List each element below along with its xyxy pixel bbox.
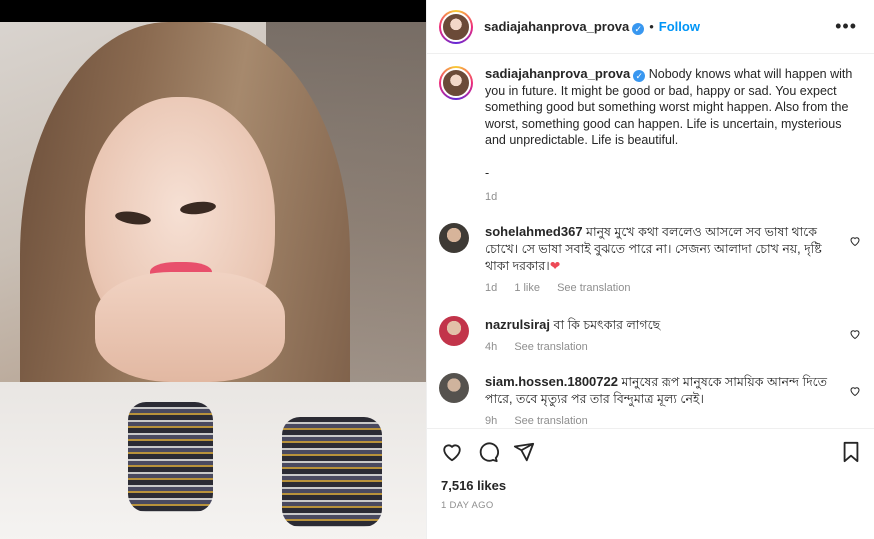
red-heart-emoji: ❤ xyxy=(549,259,561,273)
verified-badge-icon: ✓ xyxy=(632,23,645,35)
commenter-avatar[interactable] xyxy=(439,373,469,403)
action-bar xyxy=(427,428,874,478)
separator: • xyxy=(649,19,654,34)
post-date: 1 DAY AGO xyxy=(441,500,494,511)
commenter-avatar[interactable] xyxy=(439,316,469,346)
caption-avatar[interactable] xyxy=(439,66,473,100)
see-translation-link[interactable]: See translation xyxy=(557,282,630,294)
author-username[interactable]: sadiajahanprova_prova xyxy=(484,19,629,34)
top-black-bar xyxy=(0,0,426,22)
see-translation-link[interactable]: See translation xyxy=(514,415,587,427)
post-image[interactable] xyxy=(0,22,426,539)
caption-username[interactable]: sadiajahanprova_prova xyxy=(485,66,630,81)
bookmark-icon[interactable] xyxy=(841,441,861,463)
comment-time[interactable]: 1d xyxy=(485,282,497,294)
more-icon[interactable]: ••• xyxy=(835,16,857,37)
comment-likes[interactable]: 1 like xyxy=(514,282,540,294)
like-comment-heart-icon[interactable] xyxy=(849,385,861,397)
commenter-avatar[interactable] xyxy=(439,223,469,253)
caption-time[interactable]: 1d xyxy=(485,189,855,206)
heart-icon[interactable] xyxy=(441,441,463,463)
follow-button[interactable]: Follow xyxy=(659,19,700,34)
commenter-username[interactable]: siam.hossen.1800722 xyxy=(485,374,618,389)
like-comment-heart-icon[interactable] xyxy=(849,235,861,247)
commenter-username[interactable]: nazrulsiraj xyxy=(485,317,550,332)
see-translation-link[interactable]: See translation xyxy=(514,341,587,353)
share-icon[interactable] xyxy=(513,441,535,463)
comment-text: বা কি চমৎকার লাগছে xyxy=(553,318,661,332)
like-comment-heart-icon[interactable] xyxy=(849,328,861,340)
comment-time[interactable]: 4h xyxy=(485,341,497,353)
verified-badge-icon: ✓ xyxy=(633,70,646,82)
caption-extra: - xyxy=(485,165,490,180)
post-header: sadiajahanprova_prova ✓ • Follow ••• xyxy=(427,0,874,54)
author-avatar[interactable] xyxy=(439,10,473,44)
comment-time[interactable]: 9h xyxy=(485,415,497,427)
likes-count[interactable]: 7,516 likes xyxy=(441,478,506,493)
comment-icon[interactable] xyxy=(477,441,499,463)
commenter-username[interactable]: sohelahmed367 xyxy=(485,224,583,239)
post-sidebar: sadiajahanprova_prova ✓ • Follow ••• sadiaj… xyxy=(426,0,874,539)
